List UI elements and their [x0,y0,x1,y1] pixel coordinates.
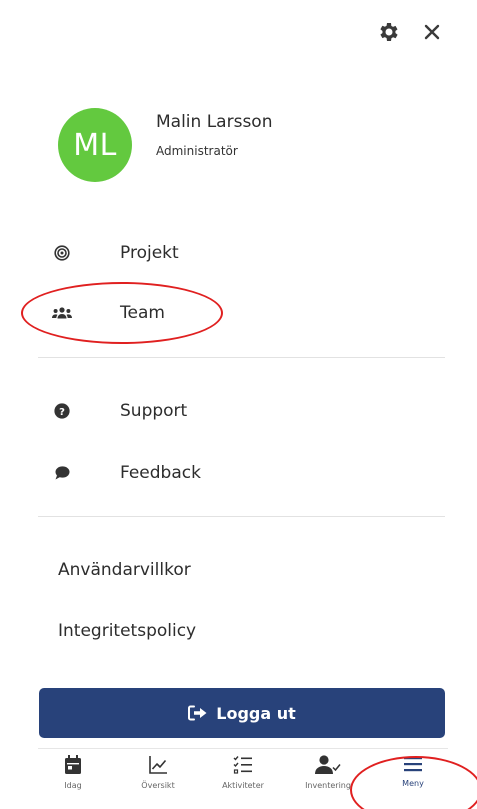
logout-icon [188,705,207,721]
nav-item-idag[interactable]: Idag [38,755,108,790]
user-profile: ML Malin Larsson Administratör [58,108,272,182]
top-actions [377,20,441,44]
nav-item-inventering[interactable]: Inventering [293,755,363,790]
hamburger-icon [404,757,422,772]
menu-item-feedback[interactable]: Feedback [52,463,201,483]
close-button[interactable] [423,23,441,41]
menu-item-support[interactable]: ? Support [52,401,187,421]
menu-item-label: Team [120,303,165,323]
line-chart-icon [149,756,167,774]
nav-item-oversikt[interactable]: Översikt [123,755,193,790]
settings-button[interactable] [377,20,401,44]
terms-link[interactable]: Användarvillkor [58,560,191,580]
user-check-icon [315,755,341,774]
nav-item-meny[interactable]: Meny [378,755,448,788]
nav-label: Idag [64,781,82,790]
divider [38,516,445,517]
logout-button[interactable]: Logga ut [39,688,445,738]
menu-item-label: Support [120,401,188,421]
nav-label: Inventering [305,781,351,790]
privacy-link[interactable]: Integritetspolicy [58,621,196,641]
avatar: ML [58,108,132,182]
close-icon [424,24,440,40]
avatar-initials: ML [73,127,117,163]
menu-item-label: Projekt [120,243,179,263]
svg-text:?: ? [59,407,65,418]
checklist-icon [233,756,252,774]
chat-bubble-icon [52,463,72,483]
nav-label: Aktiviteter [222,781,264,790]
user-name: Malin Larsson [156,112,273,132]
divider [38,357,445,358]
nav-label: Meny [402,779,424,788]
menu-item-team[interactable]: Team [52,303,165,323]
logout-label: Logga ut [216,703,296,723]
team-icon [52,303,72,323]
target-icon [52,243,72,263]
nav-item-aktiviteter[interactable]: Aktiviteter [208,755,278,790]
nav-label: Översikt [141,781,175,790]
calendar-icon [65,755,81,774]
user-role: Administratör [156,144,238,158]
question-circle-icon: ? [52,401,72,421]
gear-icon [380,23,398,41]
menu-item-projekt[interactable]: Projekt [52,243,179,263]
menu-item-label: Feedback [120,463,201,483]
bottom-nav: Idag Översikt Aktiviteter Inventering Me… [38,748,448,809]
